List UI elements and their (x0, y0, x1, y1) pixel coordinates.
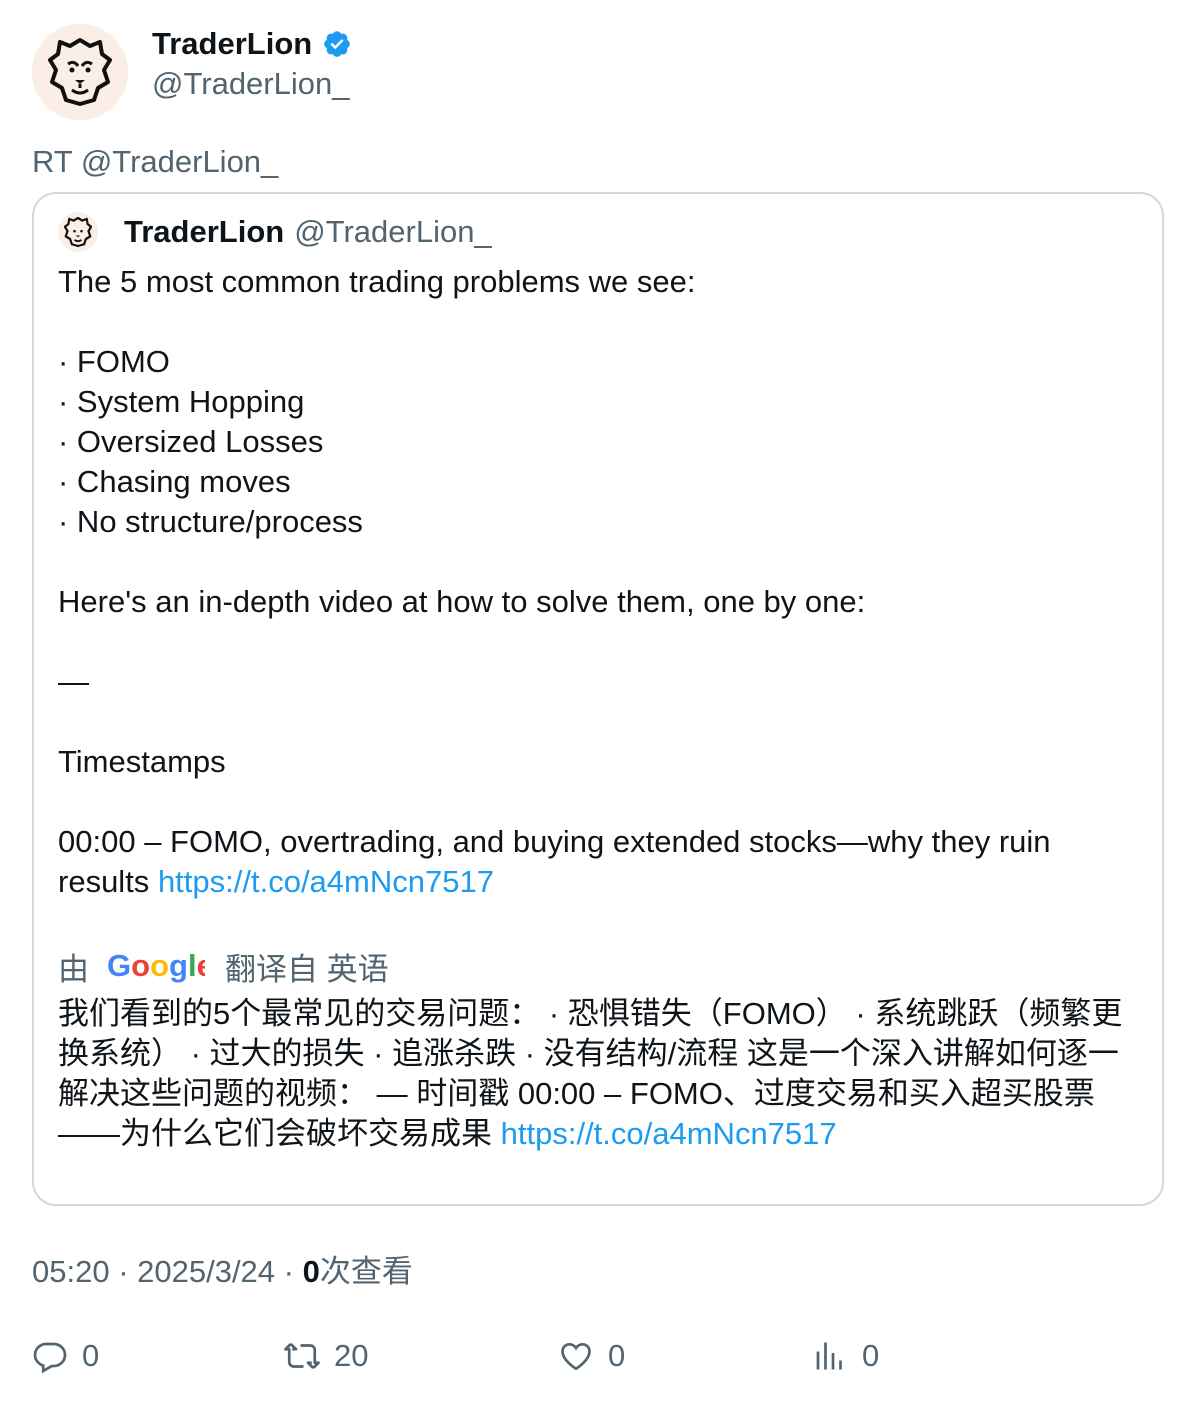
like-count: 0 (608, 1338, 626, 1373)
tweet-text-line: · System Hopping (58, 384, 305, 419)
action-bar: 0 20 0 0 (32, 1338, 1164, 1382)
user-block: TraderLion @TraderLion_ (152, 26, 352, 104)
views-button[interactable]: 0 (812, 1338, 879, 1374)
tweet-text-line: Here's an in-depth video at how to solve… (58, 584, 866, 619)
quoted-tweet-body: The 5 most common trading problems we se… (58, 262, 1148, 902)
retweet-text: RT @TraderLion_ (32, 144, 279, 179)
retweet-button[interactable]: 20 (284, 1338, 368, 1374)
tweet-text-line: · FOMO (58, 344, 170, 379)
tweet-header: TraderLion @TraderLion_ (32, 24, 352, 120)
translate-by-label: 由 (58, 951, 89, 987)
handle[interactable]: @TraderLion_ (152, 64, 352, 104)
lion-logo-icon (48, 38, 112, 106)
views-action-count: 0 (862, 1338, 880, 1373)
like-button[interactable]: 0 (558, 1338, 625, 1374)
tweet-text-line: · No structure/process (58, 504, 363, 539)
tweet-text-line: — (58, 664, 89, 699)
translated-text: 我们看到的5个最常见的交易问题： · 恐惧错失（FOMO） · 系统跳跃（频繁更… (58, 994, 1148, 1154)
tweet-text-line: · Oversized Losses (58, 424, 324, 459)
quoted-handle[interactable]: @TraderLion_ (294, 214, 491, 250)
retweet-icon (284, 1343, 320, 1369)
quoted-avatar[interactable] (58, 212, 98, 252)
tweet-text-line: The 5 most common trading problems we se… (58, 264, 696, 299)
quoted-display-name[interactable]: TraderLion (124, 214, 284, 250)
views-label: 次查看 (319, 1254, 413, 1289)
translated-link[interactable]: https://t.co/a4mNcn7517 (501, 1116, 837, 1151)
translation-attribution[interactable]: 由 Google 翻译自 英语 (58, 946, 389, 987)
lion-logo-icon (64, 216, 92, 248)
views-icon (816, 1342, 842, 1370)
tweet-timestamp[interactable]: 05:20 · 2025/3/24 · (32, 1254, 303, 1289)
tweet-text-line: Timestamps (58, 744, 226, 779)
translated-from-label: 翻译自 英语 (225, 951, 389, 987)
reply-count: 0 (82, 1338, 100, 1373)
views-count: 0 (302, 1254, 320, 1289)
tweet-link[interactable]: https://t.co/a4mNcn7517 (158, 864, 494, 899)
quoted-tweet[interactable]: TraderLion @TraderLion_ The 5 most commo… (32, 192, 1164, 1206)
quoted-tweet-header: TraderLion @TraderLion_ (58, 212, 492, 252)
google-logo-icon: Google (107, 949, 205, 983)
reply-icon (33, 1342, 67, 1374)
retweet-count: 20 (334, 1338, 369, 1373)
name-row: TraderLion (152, 26, 352, 62)
avatar[interactable] (32, 24, 128, 120)
reply-button[interactable]: 0 (32, 1338, 99, 1374)
tweet-text-line: 00:00 – FOMO, overtrading, and buying ex… (58, 822, 1148, 902)
heart-icon (561, 1342, 591, 1371)
display-name[interactable]: TraderLion (152, 26, 312, 62)
tweet-meta: 05:20 · 2025/3/24 · 0次查看 (32, 1252, 413, 1292)
svg-text:Google: Google (107, 949, 205, 983)
tweet-text-line: · Chasing moves (58, 464, 291, 499)
tweet-detail: TraderLion @TraderLion_ RT @TraderLion_ (0, 0, 1196, 1406)
verified-badge-icon (322, 29, 352, 59)
